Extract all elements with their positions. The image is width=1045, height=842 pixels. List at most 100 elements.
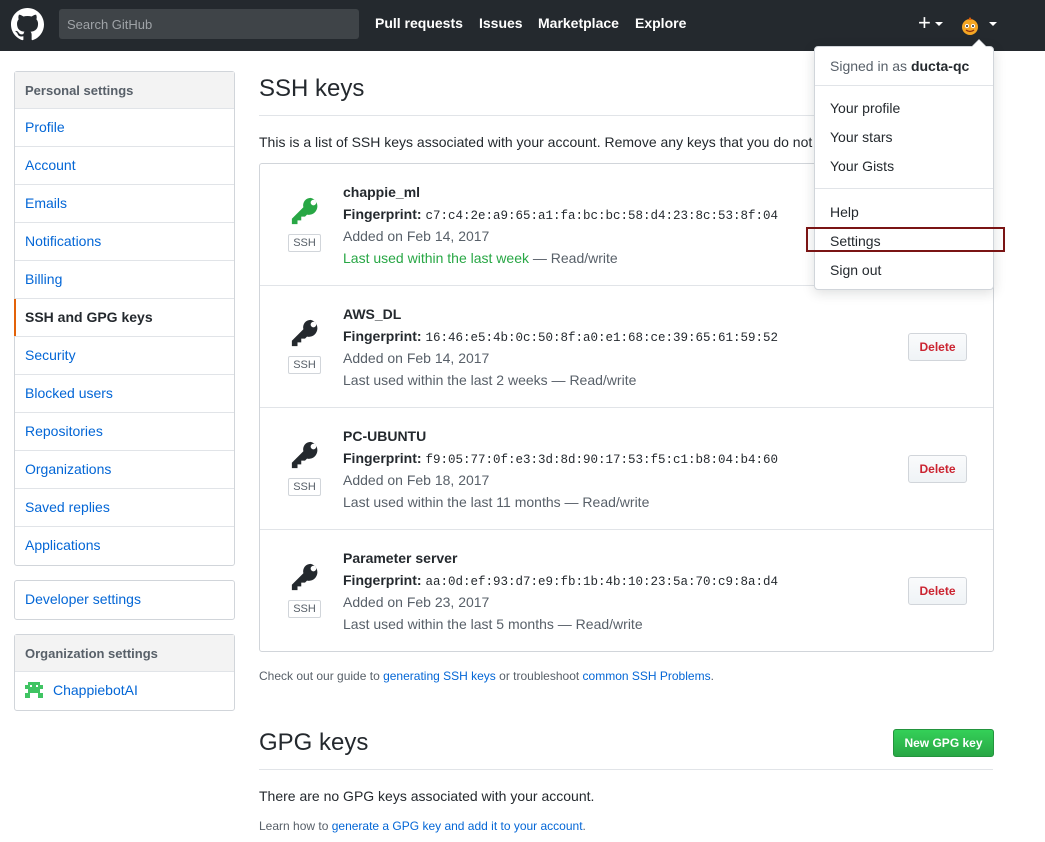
- fingerprint-label: Fingerprint:: [343, 328, 422, 344]
- dropdown-sign-out[interactable]: Sign out: [830, 262, 881, 278]
- nav-issues[interactable]: Issues: [479, 15, 523, 31]
- signed-in-as: Signed in as ducta-qc: [830, 58, 969, 74]
- key-fingerprint: Fingerprint: c7:c4:2e:a9:65:a1:fa:bc:bc:…: [343, 206, 778, 223]
- sidebar-item-notifications[interactable]: Notifications: [15, 223, 234, 261]
- last-used-text: Last used within the last 2 weeks: [343, 372, 548, 388]
- key-icon: [291, 319, 318, 347]
- dropdown-divider: [815, 188, 993, 189]
- dropdown-divider: [815, 85, 993, 86]
- ssh-guide-note: Check out our guide to generating SSH ke…: [259, 669, 714, 683]
- key-icon: [291, 441, 318, 469]
- organization-settings-heading: Organization settings: [15, 635, 234, 672]
- access-level: — Read/write: [553, 616, 643, 632]
- fingerprint-label: Fingerprint:: [343, 206, 422, 222]
- key-added-date: Added on Feb 18, 2017: [343, 472, 490, 488]
- sidebar-item-emails[interactable]: Emails: [15, 185, 234, 223]
- username: ducta-qc: [910, 58, 970, 74]
- divider: [259, 769, 993, 770]
- avatar-chevron-down-icon[interactable]: [989, 22, 997, 26]
- key-title: Parameter server: [343, 550, 458, 566]
- generate-gpg-key-link[interactable]: generate a GPG key and add it to your ac…: [332, 819, 583, 833]
- settings-highlight-box: [806, 227, 1005, 252]
- no-gpg-keys-text: There are no GPG keys associated with yo…: [259, 788, 595, 804]
- personal-settings-menu: Personal settings Profile Account Emails…: [14, 71, 235, 566]
- common-ssh-problems-link[interactable]: common SSH Problems: [583, 669, 711, 683]
- access-level: — Read/write: [560, 494, 650, 510]
- user-avatar[interactable]: [960, 16, 980, 36]
- fingerprint-value: c7:c4:2e:a9:65:a1:fa:bc:bc:58:d4:23:8c:5…: [425, 209, 778, 223]
- sidebar-item-organizations[interactable]: Organizations: [15, 451, 234, 489]
- ssh-key-row: SSH PC-UBUNTU Fingerprint: f9:05:77:0f:e3:…: [260, 408, 993, 530]
- personal-settings-heading: Personal settings: [15, 72, 234, 109]
- delete-key-button[interactable]: Delete: [908, 333, 967, 361]
- nav-marketplace[interactable]: Marketplace: [538, 15, 619, 31]
- github-logo-icon[interactable]: [11, 8, 44, 41]
- sidebar-item-ssh-gpg-keys[interactable]: SSH and GPG keys: [14, 299, 234, 337]
- learn-text-end: .: [582, 819, 586, 833]
- dropdown-your-stars[interactable]: Your stars: [830, 129, 893, 145]
- sidebar-item-security[interactable]: Security: [15, 337, 234, 375]
- fingerprint-label: Fingerprint:: [343, 572, 422, 588]
- guide-text: Check out our guide to: [259, 669, 384, 683]
- learn-text: Learn how to: [259, 819, 332, 833]
- ssh-keys-title: SSH keys: [259, 75, 365, 102]
- key-title: PC-UBUNTU: [343, 428, 427, 444]
- sidebar-item-org-chappiebotai[interactable]: ChappiebotAI: [15, 672, 234, 710]
- key-last-used: Last used within the last 11 months — Re…: [343, 494, 649, 510]
- user-dropdown-menu: Signed in as ducta-qc Your profile Your …: [814, 39, 994, 290]
- guide-text-mid: or troubleshoot: [495, 669, 583, 683]
- create-new-button[interactable]: +: [918, 12, 943, 34]
- fingerprint-value: f9:05:77:0f:e3:3d:8d:90:17:53:f5:c1:b8:0…: [425, 453, 778, 467]
- generating-ssh-keys-link[interactable]: generating SSH keys: [383, 669, 496, 683]
- chevron-down-icon: [934, 22, 943, 27]
- new-gpg-key-button[interactable]: New GPG key: [893, 729, 994, 757]
- gpg-keys-title: GPG keys: [259, 729, 369, 756]
- developer-settings-menu: Developer settings: [14, 580, 235, 620]
- last-used-text: Last used within the last week: [343, 250, 529, 266]
- sidebar-item-blocked-users[interactable]: Blocked users: [15, 375, 234, 413]
- org-name: ChappiebotAI: [53, 682, 138, 698]
- nav-explore[interactable]: Explore: [635, 15, 686, 31]
- dropdown-your-gists[interactable]: Your Gists: [830, 158, 894, 174]
- key-fingerprint: Fingerprint: aa:0d:ef:93:d7:e9:fb:1b:4b:…: [343, 572, 778, 589]
- key-title: chappie_ml: [343, 184, 421, 200]
- sidebar-item-account[interactable]: Account: [15, 147, 234, 185]
- key-added-date: Added on Feb 23, 2017: [343, 594, 490, 610]
- key-last-used: Last used within the last week — Read/wr…: [343, 250, 618, 266]
- sidebar-item-repositories[interactable]: Repositories: [15, 413, 234, 451]
- fingerprint-value: aa:0d:ef:93:d7:e9:fb:1b:4b:10:23:5a:70:c…: [425, 575, 778, 589]
- ssh-label: SSH: [288, 234, 321, 252]
- sidebar-item-profile[interactable]: Profile: [15, 109, 234, 147]
- gpg-learn-note: Learn how to generate a GPG key and add …: [259, 819, 586, 833]
- ssh-label: SSH: [288, 356, 321, 374]
- access-level: — Read/write: [547, 372, 637, 388]
- search-input[interactable]: [59, 9, 359, 39]
- access-level: — Read/write: [529, 250, 618, 266]
- fingerprint-value: 16:46:e5:4b:0c:50:8f:a0:e1:68:ce:39:65:6…: [425, 331, 778, 345]
- ssh-key-row: SSH AWS_DL Fingerprint: 16:46:e5:4b:0c:50:…: [260, 286, 993, 408]
- key-icon: [291, 197, 318, 225]
- plus-icon: +: [918, 10, 931, 35]
- key-title: AWS_DL: [343, 306, 402, 322]
- key-fingerprint: Fingerprint: f9:05:77:0f:e3:3d:8d:90:17:…: [343, 450, 778, 467]
- sidebar-item-developer-settings[interactable]: Developer settings: [15, 581, 234, 619]
- sidebar-item-saved-replies[interactable]: Saved replies: [15, 489, 234, 527]
- key-icon: [291, 563, 318, 591]
- sidebar-item-billing[interactable]: Billing: [15, 261, 234, 299]
- last-used-text: Last used within the last 11 months: [343, 494, 561, 510]
- last-used-text: Last used within the last 5 months: [343, 616, 554, 632]
- delete-key-button[interactable]: Delete: [908, 455, 967, 483]
- key-added-date: Added on Feb 14, 2017: [343, 350, 490, 366]
- key-fingerprint: Fingerprint: 16:46:e5:4b:0c:50:8f:a0:e1:…: [343, 328, 778, 345]
- ssh-description: This is a list of SSH keys associated wi…: [259, 134, 819, 150]
- organization-settings-menu: Organization settings ChappiebotAI: [14, 634, 235, 711]
- sidebar-item-applications[interactable]: Applications: [15, 527, 234, 565]
- key-last-used: Last used within the last 5 months — Rea…: [343, 616, 643, 632]
- signed-in-prefix: Signed in as: [830, 58, 911, 74]
- nav-pull-requests[interactable]: Pull requests: [375, 15, 463, 31]
- dropdown-your-profile[interactable]: Your profile: [830, 100, 900, 116]
- ssh-label: SSH: [288, 478, 321, 496]
- dropdown-help[interactable]: Help: [830, 204, 859, 220]
- top-header: Pull requests Issues Marketplace Explore…: [0, 0, 1045, 51]
- delete-key-button[interactable]: Delete: [908, 577, 967, 605]
